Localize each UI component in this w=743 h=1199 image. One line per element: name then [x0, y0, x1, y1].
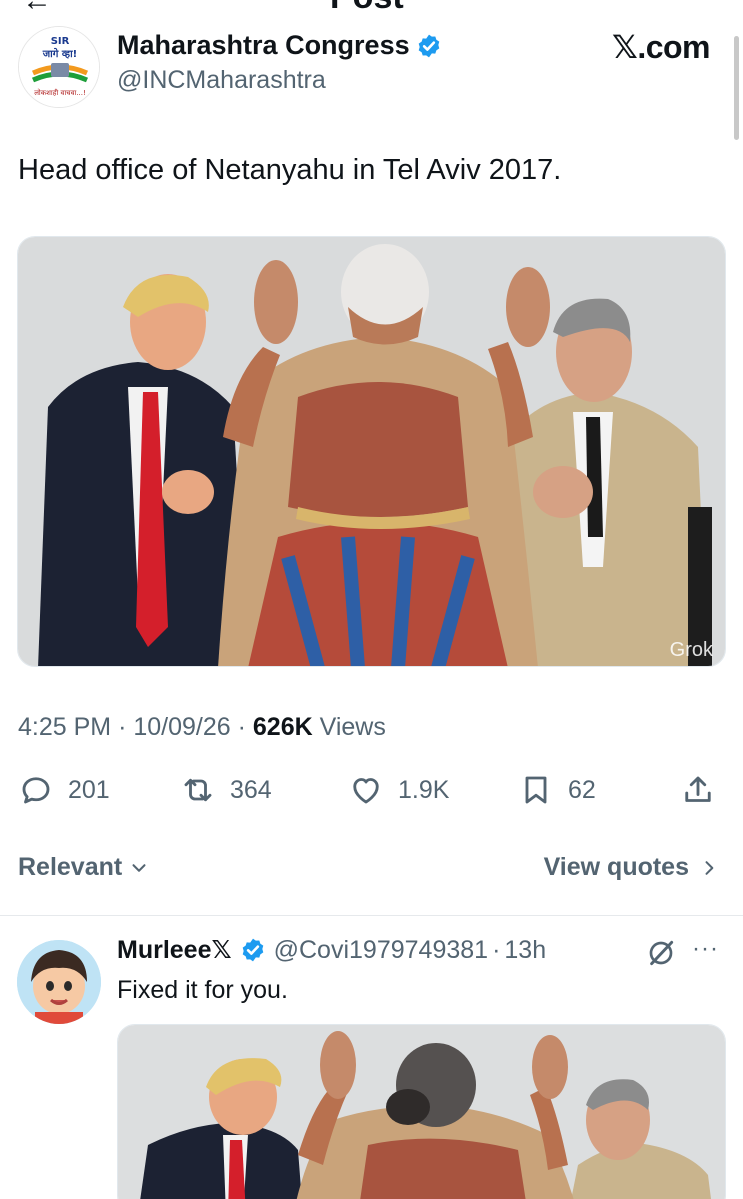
reply-image[interactable] — [117, 1024, 726, 1199]
chevron-right-icon — [705, 860, 714, 875]
reply-display-name[interactable]: Murleee𝕏 — [117, 935, 232, 965]
avatar-hindi-text: जागे व्हा! — [42, 47, 77, 60]
reply-handle[interactable]: @Covi1979749381 — [274, 936, 488, 965]
sort-label: Relevant — [18, 853, 123, 881]
reply-button[interactable]: 201 — [18, 772, 110, 808]
author-display-name[interactable]: Maharashtra Congress — [117, 30, 410, 61]
reply-time[interactable]: 13h — [504, 936, 546, 965]
action-bar: 201 364 1.9K 62 — [18, 772, 720, 816]
reply-count: 201 — [68, 775, 110, 804]
source-label: 𝕏.com — [612, 29, 710, 65]
grok-icon[interactable] — [645, 937, 677, 969]
repost-icon — [184, 778, 212, 802]
views-count[interactable]: 626K — [253, 713, 313, 741]
tweet-image[interactable]: Grok — [17, 236, 726, 667]
view-quotes-link[interactable]: View quotes — [544, 853, 719, 882]
reply-icon — [22, 777, 50, 804]
tweet-header: SIR जागे व्हा! लोकशाही वाचवा...! Maharas… — [18, 24, 718, 114]
grok-watermark: Grok — [669, 639, 713, 661]
like-count: 1.9K — [398, 775, 450, 804]
avatar-sir-text: SIR — [51, 36, 70, 47]
page-title: Post — [330, 0, 404, 14]
verified-badge-icon — [418, 34, 439, 57]
like-button[interactable]: 1.9K — [348, 772, 449, 808]
avatar-slogan-text: लोकशाही वाचवा...! — [34, 88, 86, 97]
sort-dropdown[interactable]: Relevant — [18, 853, 150, 882]
reply-text: Fixed it for you. — [117, 976, 288, 1004]
bookmark-count: 62 — [568, 775, 596, 804]
meta-separator: · — [237, 713, 246, 741]
share-icon — [685, 776, 711, 802]
reply-header: Murleee𝕏 @Covi1979749381 · 13h — [117, 935, 546, 965]
scrollbar[interactable] — [734, 36, 739, 140]
reply-avatar[interactable] — [17, 940, 101, 1024]
views-label: Views — [319, 713, 386, 741]
author-avatar[interactable]: SIR जागे व्हा! लोकशाही वाचवा...! — [18, 26, 100, 108]
tweet-time[interactable]: 4:25 PM — [18, 713, 111, 741]
tweet-date[interactable]: 10/09/26 — [133, 713, 230, 741]
reply-separator: · — [492, 935, 501, 964]
view-quotes-label: View quotes — [543, 853, 689, 881]
heart-icon — [353, 778, 379, 804]
meta-separator: · — [118, 713, 127, 741]
arrow-left-icon[interactable]: ← — [22, 0, 52, 14]
author-handle[interactable]: @INCMaharashtra — [117, 66, 326, 95]
verified-badge-icon — [242, 938, 263, 962]
repost-button[interactable]: 364 — [180, 772, 272, 808]
share-button[interactable] — [680, 772, 716, 808]
top-bar: ← Post — [0, 0, 743, 14]
bookmark-icon — [525, 776, 547, 804]
bookmark-button[interactable]: 62 — [518, 772, 596, 808]
chevron-down-icon — [132, 863, 146, 872]
more-options-icon[interactable]: ··· — [692, 935, 719, 963]
tweet-text: Head office of Netanyahu in Tel Aviv 201… — [18, 154, 562, 186]
repost-count: 364 — [230, 775, 272, 804]
tweet-meta: 4:25 PM · 10/09/26 · 626K Views — [18, 713, 386, 742]
divider — [0, 915, 743, 916]
